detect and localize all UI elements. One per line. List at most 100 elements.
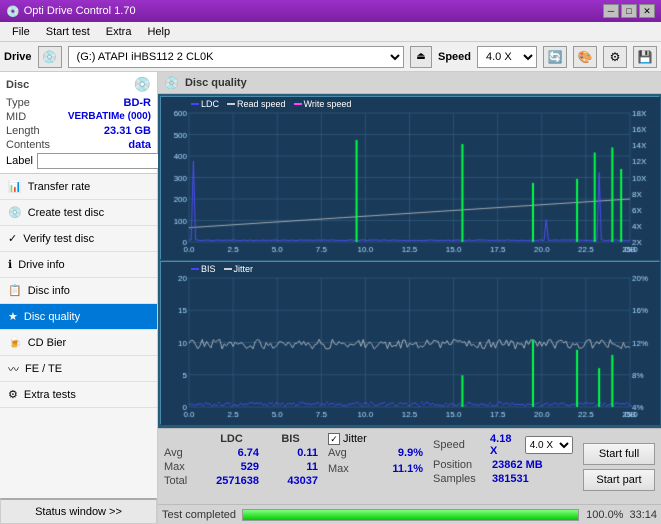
minimize-button[interactable]: ─ bbox=[603, 4, 619, 18]
speed-label: Speed bbox=[438, 51, 471, 63]
speed-key: Speed bbox=[433, 439, 486, 451]
position-key: Position bbox=[433, 459, 488, 471]
progress-label: Test completed bbox=[162, 509, 236, 521]
stats-total-label: Total bbox=[164, 475, 200, 487]
status-window-button[interactable]: Status window >> bbox=[0, 498, 157, 524]
transfer-rate-icon: 📊 bbox=[8, 180, 22, 193]
legend-write-speed: Write speed bbox=[294, 99, 352, 109]
stats-avg-label: Avg bbox=[164, 447, 200, 459]
jitter-label: Jitter bbox=[343, 433, 367, 445]
cd-bier-icon: 🍺 bbox=[8, 336, 22, 349]
sidebar-item-disc-quality[interactable]: ★ Disc quality bbox=[0, 304, 157, 330]
legend-read-dot bbox=[227, 103, 235, 105]
app-icon: 💿 bbox=[6, 5, 20, 18]
disc-panel-label: Disc bbox=[6, 79, 29, 91]
stats-empty-label bbox=[164, 433, 200, 445]
disc-label-input[interactable] bbox=[37, 153, 175, 169]
speed-section: Speed 4.18 X 4.0 X Position 23862 MB Sam… bbox=[433, 433, 573, 500]
jitter-max-label: Max bbox=[328, 463, 364, 475]
extra-tests-label: Extra tests bbox=[24, 389, 76, 401]
title-bar-controls: ─ □ ✕ bbox=[603, 4, 655, 18]
settings-button[interactable]: ⚙ bbox=[603, 46, 627, 68]
main-content: 💿 Disc quality LDC Read speed bbox=[158, 72, 661, 524]
start-part-button[interactable]: Start part bbox=[583, 469, 655, 491]
fe-te-icon: 〰 bbox=[8, 361, 19, 377]
eject-button[interactable]: ⏏ bbox=[410, 46, 432, 68]
sidebar-item-verify-test-disc[interactable]: ✓ Verify test disc bbox=[0, 226, 157, 252]
jitter-avg-row: Avg 9.9% bbox=[328, 447, 423, 459]
jitter-avg-label: Avg bbox=[328, 447, 364, 459]
chart2-canvas bbox=[161, 262, 660, 425]
disc-quality-icon: ★ bbox=[8, 310, 18, 323]
drive-info-label: Drive info bbox=[18, 259, 64, 271]
legend-jitter: Jitter bbox=[224, 264, 254, 274]
transfer-rate-label: Transfer rate bbox=[28, 181, 91, 193]
title-bar: 💿 Opti Drive Control 1.70 ─ □ ✕ bbox=[0, 0, 661, 22]
app-title: Opti Drive Control 1.70 bbox=[24, 5, 136, 17]
sidebar-item-transfer-rate[interactable]: 📊 Transfer rate bbox=[0, 174, 157, 200]
speed-value-row: Speed 4.18 X 4.0 X bbox=[433, 433, 573, 457]
legend-bis-label: BIS bbox=[201, 264, 216, 274]
samples-value: 381531 bbox=[492, 473, 529, 485]
fe-te-label: FE / TE bbox=[25, 363, 62, 375]
stats-bar: LDC BIS Avg 6.74 0.11 Max 529 11 Total 2… bbox=[158, 428, 661, 504]
create-test-disc-icon: 💿 bbox=[8, 206, 22, 219]
speed-select[interactable]: 4.0 X 1.0 X 2.0 X 8.0 X bbox=[477, 46, 537, 68]
color-button[interactable]: 🎨 bbox=[573, 46, 597, 68]
refresh-button[interactable]: 🔄 bbox=[543, 46, 567, 68]
legend-ldc-label: LDC bbox=[201, 99, 219, 109]
disc-contents-val: data bbox=[128, 139, 151, 151]
disc-mid-row: MID VERBATIMe (000) bbox=[6, 111, 151, 123]
progress-track bbox=[242, 509, 579, 521]
menu-start-test[interactable]: Start test bbox=[38, 24, 98, 40]
menu-bar: File Start test Extra Help bbox=[0, 22, 661, 42]
drive-label: Drive bbox=[4, 51, 32, 63]
menu-help[interactable]: Help bbox=[139, 24, 178, 40]
sidebar-item-cd-bier[interactable]: 🍺 CD Bier bbox=[0, 330, 157, 356]
speed-value: 4.18 X bbox=[490, 433, 521, 457]
disc-length-key: Length bbox=[6, 125, 40, 137]
disc-length-row: Length 23.31 GB bbox=[6, 125, 151, 137]
stats-avg-ldc: 6.74 bbox=[204, 447, 259, 459]
jitter-section: ✓ Jitter Avg 9.9% Max 11.1% bbox=[328, 433, 423, 500]
disc-mid-val: VERBATIMe (000) bbox=[68, 111, 151, 123]
buttons-section: Start full Start part bbox=[583, 433, 655, 500]
stats-avg-row: Avg 6.74 0.11 bbox=[164, 447, 318, 459]
save-button[interactable]: 💾 bbox=[633, 46, 657, 68]
nav-items: 📊 Transfer rate 💿 Create test disc ✓ Ver… bbox=[0, 174, 157, 498]
sidebar-item-drive-info[interactable]: ℹ Drive info bbox=[0, 252, 157, 278]
stats-max-row: Max 529 11 bbox=[164, 461, 318, 473]
start-full-button[interactable]: Start full bbox=[583, 443, 655, 465]
menu-file[interactable]: File bbox=[4, 24, 38, 40]
jitter-checkbox[interactable]: ✓ bbox=[328, 433, 340, 445]
progress-percent: 100.0% bbox=[585, 509, 623, 521]
drive-select[interactable]: (G:) ATAPI iHBS112 2 CL0K bbox=[68, 46, 404, 68]
sidebar-item-extra-tests[interactable]: ⚙ Extra tests bbox=[0, 382, 157, 408]
position-value: 23862 MB bbox=[492, 459, 543, 471]
disc-contents-key: Contents bbox=[6, 139, 50, 151]
close-button[interactable]: ✕ bbox=[639, 4, 655, 18]
maximize-button[interactable]: □ bbox=[621, 4, 637, 18]
sidebar-item-fe-te[interactable]: 〰 FE / TE bbox=[0, 356, 157, 382]
disc-type-val: BD-R bbox=[124, 97, 152, 109]
chart1-container: LDC Read speed Write speed bbox=[160, 96, 659, 259]
disc-label-row: Label ⚙ bbox=[6, 153, 151, 169]
legend-bis: BIS bbox=[191, 264, 216, 274]
extra-tests-icon: ⚙ bbox=[8, 388, 18, 401]
legend-ldc-dot bbox=[191, 103, 199, 105]
disc-type-key: Type bbox=[6, 97, 30, 109]
sidebar-item-create-test-disc[interactable]: 💿 Create test disc bbox=[0, 200, 157, 226]
speed-dropdown[interactable]: 4.0 X bbox=[525, 436, 573, 454]
chart1-legend: LDC Read speed Write speed bbox=[191, 99, 351, 109]
position-row: Position 23862 MB bbox=[433, 459, 573, 471]
menu-extra[interactable]: Extra bbox=[98, 24, 140, 40]
disc-info-icon: 📋 bbox=[8, 284, 22, 297]
drive-icon-btn: 💿 bbox=[38, 46, 62, 68]
progress-fill bbox=[243, 510, 578, 520]
disc-panel-header: Disc 💿 bbox=[6, 76, 151, 93]
disc-mid-key: MID bbox=[6, 111, 26, 123]
drive-info-icon: ℹ bbox=[8, 258, 12, 271]
sidebar-item-disc-info[interactable]: 📋 Disc info bbox=[0, 278, 157, 304]
legend-write-dot bbox=[294, 103, 302, 105]
stats-total-row: Total 2571638 43037 bbox=[164, 475, 318, 487]
